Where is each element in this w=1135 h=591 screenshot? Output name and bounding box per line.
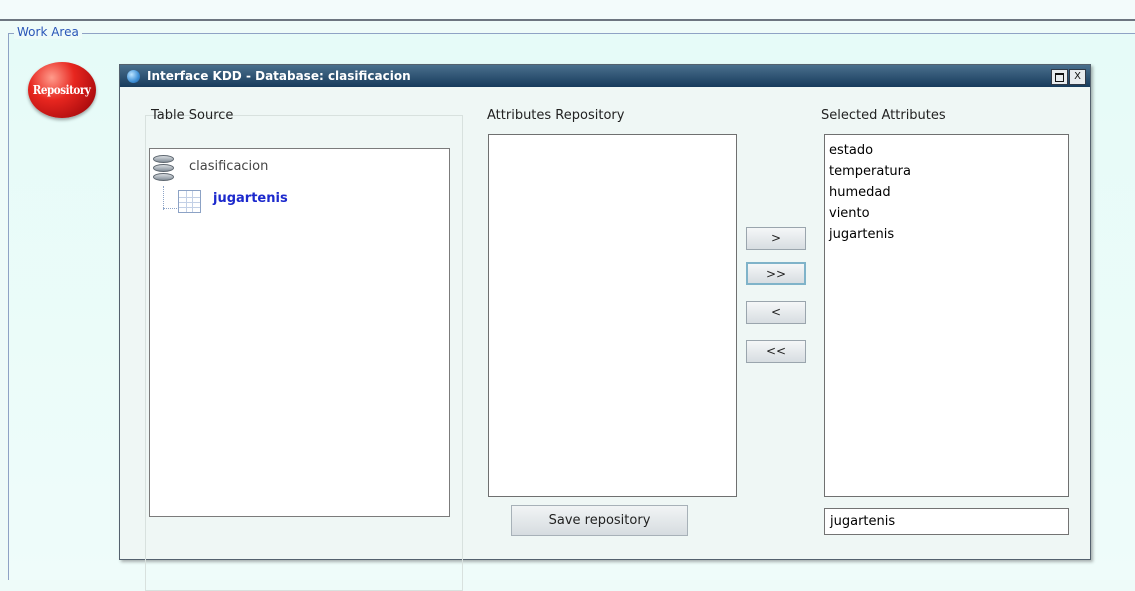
table-icon	[178, 190, 201, 213]
target-attribute-field[interactable]: jugartenis	[824, 508, 1069, 535]
maximize-icon[interactable]	[1051, 69, 1068, 85]
move-all-right-button[interactable]: >>	[746, 262, 806, 285]
selected-attributes-list[interactable]: estado temperatura humedad viento jugart…	[824, 134, 1069, 497]
list-item[interactable]: estado	[829, 140, 1068, 161]
list-item[interactable]: viento	[829, 203, 1068, 224]
database-icon	[153, 155, 174, 185]
top-strip	[0, 0, 1135, 21]
tree-connector-vertical	[163, 186, 165, 210]
move-one-right-button[interactable]: >	[746, 227, 806, 250]
table-source-label: Table Source	[151, 108, 234, 123]
close-icon[interactable]: X	[1069, 69, 1086, 85]
app-globe-icon	[127, 70, 140, 83]
save-repository-button[interactable]: Save repository	[511, 505, 688, 536]
attributes-repository-label: Attributes Repository	[487, 108, 625, 123]
move-one-left-button[interactable]: <	[746, 301, 806, 324]
tree-table-label[interactable]: jugartenis	[213, 191, 288, 206]
selected-attributes-label: Selected Attributes	[821, 108, 946, 123]
repository-icon[interactable]: Repository	[28, 62, 96, 118]
list-item[interactable]: jugartenis	[829, 224, 1068, 245]
table-source-tree[interactable]: clasificacion jugartenis	[149, 148, 450, 517]
window-controls: X	[1050, 69, 1086, 85]
interface-kdd-window: Interface KDD - Database: clasificacion …	[119, 64, 1091, 591]
window-title: Interface KDD - Database: clasificacion	[147, 69, 411, 83]
list-item[interactable]: humedad	[829, 182, 1068, 203]
window-titlebar[interactable]: Interface KDD - Database: clasificacion …	[120, 65, 1090, 87]
list-item[interactable]: temperatura	[829, 161, 1068, 182]
tree-database-label[interactable]: clasificacion	[189, 159, 268, 174]
work-area-label: Work Area	[14, 25, 82, 39]
move-all-left-button[interactable]: <<	[746, 340, 806, 363]
attributes-repository-list[interactable]	[488, 134, 737, 497]
tree-connector-horizontal	[163, 208, 177, 209]
repository-icon-label: Repository	[33, 83, 91, 97]
